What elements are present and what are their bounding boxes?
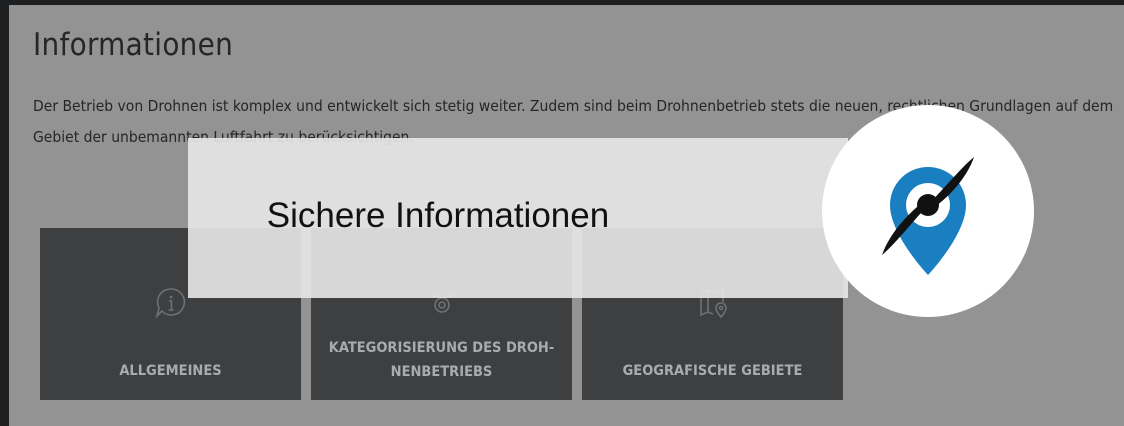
section-heading: Informationen <box>33 27 234 63</box>
overlay-title: Sichere Informationen <box>266 196 610 235</box>
logo-graphic <box>882 157 974 275</box>
overlay-banner: Sichere Informationen <box>188 138 848 298</box>
card-label: KATEGORISIERUNG DES DROH-NENBETRIEBS <box>328 340 555 380</box>
info-bubble-icon <box>155 288 185 319</box>
propeller-location-pin-logo <box>822 105 1034 317</box>
card-label: GEOGRAFISCHE GEBIETE <box>622 363 803 379</box>
card-label: ALLGEMEINES <box>119 363 222 379</box>
